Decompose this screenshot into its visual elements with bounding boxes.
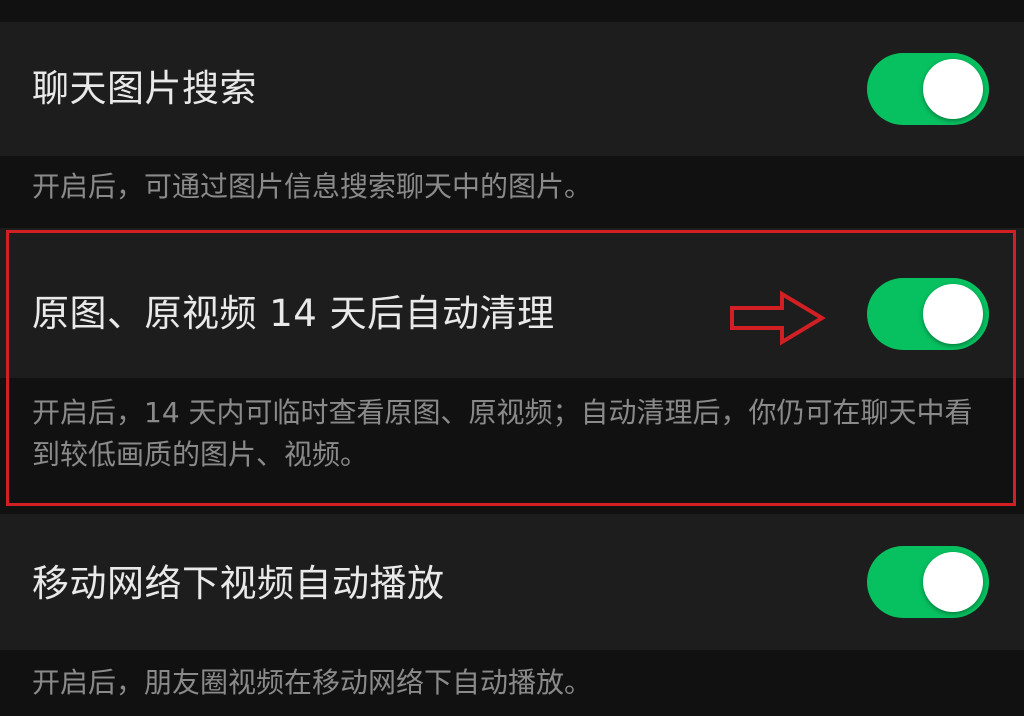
setting-description: 开启后，可通过图片信息搜索聊天中的图片。 (32, 170, 593, 203)
setting-mobile-video-autoplay: 移动网络下视频自动播放 (0, 514, 1024, 650)
setting-title: 聊天图片搜索 (32, 67, 257, 110)
settings-screen: 聊天图片搜索 开启后，可通过图片信息搜索聊天中的图片。 原图、原视频 14 天后… (0, 0, 1024, 716)
toggle-knob (923, 284, 983, 344)
right-arrow-outline-icon (730, 290, 826, 346)
toggle-knob (923, 552, 983, 612)
setting-description: 开启后，朋友圈视频在移动网络下自动播放。 (32, 666, 593, 699)
toggle-knob (923, 59, 983, 119)
setting-description: 开启后，14 天内可临时查看原图、原视频；自动清理后，你仍可在聊天中看到较低画质… (32, 396, 973, 471)
chat-image-search-toggle[interactable] (867, 53, 989, 125)
mobile-video-autoplay-toggle[interactable] (867, 546, 989, 618)
setting-title: 原图、原视频 14 天后自动清理 (32, 292, 555, 335)
auto-clean-original-toggle[interactable] (867, 278, 989, 350)
setting-title: 移动网络下视频自动播放 (32, 562, 445, 605)
setting-auto-clean-original: 原图、原视频 14 天后自动清理 (0, 228, 1024, 378)
setting-chat-image-search: 聊天图片搜索 (0, 22, 1024, 156)
